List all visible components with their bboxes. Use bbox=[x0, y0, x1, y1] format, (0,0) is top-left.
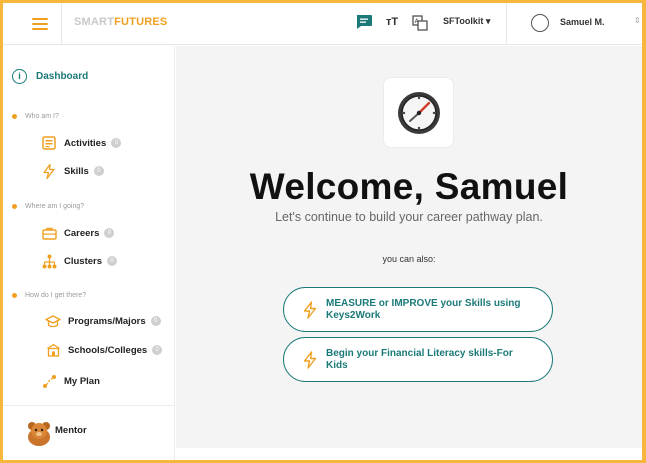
count-badge: 0 bbox=[93, 166, 104, 176]
page-subtitle: Let's continue to build your career path… bbox=[275, 210, 543, 224]
mentor-button[interactable]: Mentor bbox=[25, 420, 87, 446]
sftoolkit-dropdown[interactable]: SFToolkit ▾ bbox=[443, 16, 490, 27]
sidebar-item-programs-majors[interactable]: Programs/Majors 0 bbox=[45, 312, 161, 330]
main-content: Welcome, Samuel Let's continue to build … bbox=[176, 46, 642, 448]
school-icon bbox=[45, 342, 61, 358]
mentor-bear-icon bbox=[28, 422, 50, 446]
sidebar-item-skills[interactable]: Skills 0 bbox=[41, 162, 104, 180]
section-who-am-i: Who am I? bbox=[12, 113, 59, 120]
sidebar-item-my-plan[interactable]: My Plan bbox=[41, 372, 100, 390]
count-badge: 0 bbox=[111, 138, 122, 148]
sidebar-item-activities[interactable]: Activities 0 bbox=[41, 134, 122, 152]
compass-icon bbox=[397, 91, 440, 134]
user-name[interactable]: Samuel M. bbox=[560, 17, 605, 27]
chat-icon[interactable] bbox=[355, 14, 373, 30]
info-icon: i bbox=[12, 68, 27, 84]
text-size-icon[interactable]: ᴛT bbox=[386, 16, 400, 30]
bolt-icon bbox=[303, 351, 317, 369]
app-logo[interactable]: SMARTFUTURES bbox=[74, 16, 167, 28]
financial-literacy-button[interactable]: Begin your Financial Literacy skills-For… bbox=[283, 337, 553, 382]
cluster-icon bbox=[41, 253, 57, 269]
briefcase-icon bbox=[41, 225, 57, 241]
keys2work-skills-button[interactable]: MEASURE or IMPROVE your Skills using Key… bbox=[283, 287, 553, 332]
count-badge: 0 bbox=[150, 316, 161, 326]
section-where-am-i-going: Where am I going? bbox=[12, 203, 84, 210]
bolt-icon bbox=[41, 163, 57, 179]
app-tile bbox=[383, 77, 454, 148]
hamburger-menu-icon[interactable] bbox=[32, 18, 48, 30]
translate-icon[interactable]: A bbox=[412, 15, 428, 31]
sidebar-item-schools-colleges[interactable]: Schools/Colleges 0 bbox=[45, 341, 163, 359]
sidebar-item-careers[interactable]: Careers 0 bbox=[41, 224, 115, 242]
count-badge: 0 bbox=[152, 345, 163, 355]
page-title: Welcome, Samuel bbox=[249, 166, 569, 207]
sidebar-item-clusters[interactable]: Clusters 0 bbox=[41, 252, 118, 270]
sidebar: i Dashboard Who am I? Activities 0 Skill… bbox=[3, 46, 175, 460]
divider bbox=[61, 3, 62, 45]
plan-icon bbox=[41, 373, 57, 389]
sidebar-item-dashboard[interactable]: i Dashboard bbox=[12, 68, 88, 84]
also-label: you can also: bbox=[382, 254, 436, 264]
count-badge: 0 bbox=[107, 256, 118, 266]
activities-icon bbox=[41, 135, 57, 151]
count-badge: 0 bbox=[104, 228, 115, 238]
section-how-do-i-get-there: How do I get there? bbox=[12, 292, 86, 299]
top-bar: SMARTFUTURES ᴛT A SFToolkit ▾ Samuel M. … bbox=[3, 3, 642, 45]
user-menu-caret-icon[interactable]: ⇳ bbox=[634, 16, 641, 25]
divider bbox=[506, 3, 507, 45]
divider bbox=[3, 405, 175, 406]
bolt-icon bbox=[303, 301, 317, 319]
graduation-cap-icon bbox=[45, 313, 61, 329]
user-avatar-icon[interactable] bbox=[531, 14, 549, 32]
